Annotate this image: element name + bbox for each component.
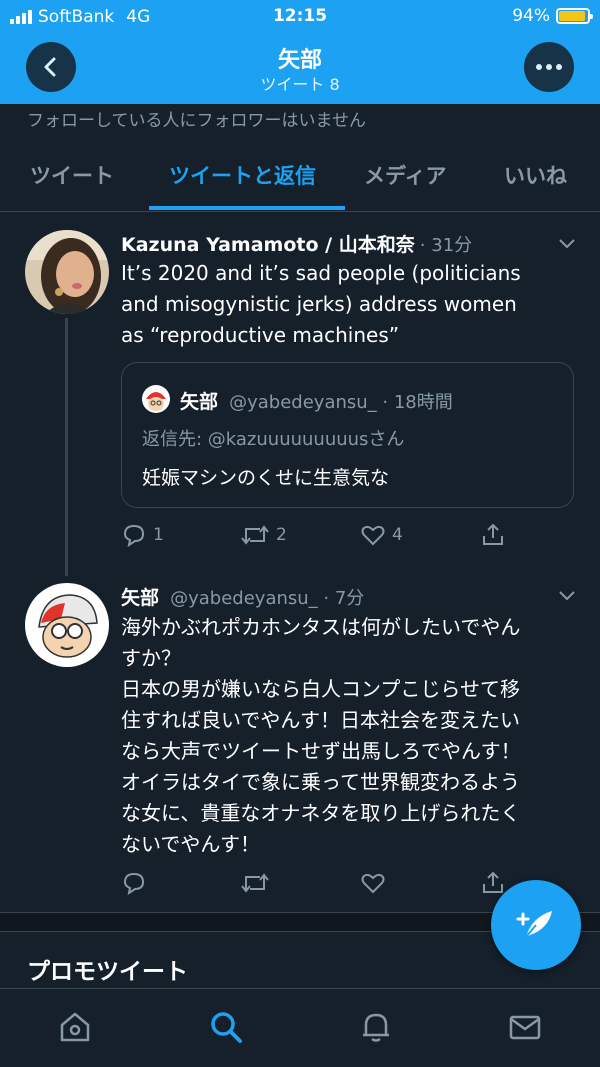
nav-search[interactable] xyxy=(208,1009,244,1045)
tweet2-header: 矢部 @yabedeyansu_ · 7分 xyxy=(121,583,364,610)
tab-tweets-and-replies[interactable]: ツイートと返信 xyxy=(169,160,316,190)
header-title: 矢部 xyxy=(277,48,322,73)
tweet2-line: な女に、貴重なオナネタを取り上げられたく xyxy=(121,801,521,825)
reply-icon xyxy=(123,872,145,896)
status-time: 12:15 xyxy=(272,6,328,26)
quote-handle-time: @yabedeyansu_ · 18時間 xyxy=(229,392,453,413)
tab-likes[interactable]: いいね xyxy=(504,160,567,190)
tweet1-author-name[interactable]: Kazuna Yamamoto / 山本和奈 xyxy=(121,234,415,256)
quote-text: 妊娠マシンのくせに生意気な xyxy=(142,467,390,489)
reply-icon xyxy=(123,524,145,548)
quote-avatar-image xyxy=(142,385,170,413)
promoted-tweets-heading: プロモツイート xyxy=(27,959,188,985)
home-icon xyxy=(60,1012,90,1042)
share-button[interactable] xyxy=(480,870,506,896)
retweet-count: 2 xyxy=(276,525,287,545)
bottom-nav xyxy=(0,988,600,1067)
reply-button[interactable] xyxy=(121,870,147,896)
status-right: 94% xyxy=(512,6,593,26)
retweet-icon xyxy=(241,525,269,545)
retweet-button[interactable]: 2 xyxy=(240,522,287,548)
tweet2-line: オイラはタイで象に乗って世界観変わるよう xyxy=(121,770,520,794)
messages-icon xyxy=(509,1015,541,1040)
more-dots-icon xyxy=(536,64,562,70)
active-tab-indicator xyxy=(149,206,345,210)
avatar-yabe-image xyxy=(25,583,109,667)
like-icon xyxy=(361,525,385,546)
like-icon xyxy=(361,873,385,894)
nav-notifications[interactable] xyxy=(358,1009,394,1045)
nav-messages[interactable] xyxy=(507,1009,543,1045)
header-subtitle: ツイート 8 xyxy=(260,75,340,94)
quote-avatar xyxy=(142,385,170,413)
retweet-icon xyxy=(241,873,269,893)
tab-media[interactable]: メディア xyxy=(364,160,447,190)
compose-tweet-button[interactable] xyxy=(491,880,581,970)
share-icon xyxy=(483,523,503,545)
reply-button[interactable]: 1 xyxy=(121,522,164,548)
tweet1-header: Kazuna Yamamoto / 山本和奈 · 31分 xyxy=(121,230,472,257)
quoted-tweet[interactable]: 矢部 @yabedeyansu_ · 18時間 返信先: @kazuuuuuuu… xyxy=(121,362,574,508)
tweet2-line: すか？ xyxy=(121,646,181,670)
battery-icon xyxy=(556,8,593,24)
status-bar: SoftBank 4G 12:15 94% xyxy=(0,0,600,34)
like-button[interactable]: 4 xyxy=(360,522,403,548)
avatar-kazuna[interactable] xyxy=(25,230,109,314)
tweet1-text: It’s 2020 and it’s sad people (politicia… xyxy=(121,258,581,351)
tweet2-line: 日本の男が嫌いなら白人コンプこじらせて移 xyxy=(121,677,520,701)
retweet-button[interactable] xyxy=(240,870,270,896)
tweet2-line: 海外かぶれポカホンタスは何がしたいでやん xyxy=(121,615,521,639)
compose-icon xyxy=(516,911,552,938)
avatar-yabe[interactable] xyxy=(25,583,109,667)
battery-percent: 94% xyxy=(512,6,550,26)
share-icon xyxy=(483,871,503,893)
avatar-kazuna-image xyxy=(25,230,109,314)
tweet2-line: なら大声でツイートせず出馬しろでやんす！ xyxy=(121,739,521,763)
tweet1-line: and misogynistic jerks) address women xyxy=(121,292,517,316)
profile-tabs: ツイート ツイートと返信 メディア いいね xyxy=(0,140,600,212)
notifications-icon xyxy=(363,1013,389,1042)
quote-reply-to: 返信先: @kazuuuuuuuuusさん xyxy=(142,429,405,450)
more-button[interactable] xyxy=(524,42,574,92)
tweet2-line: ないでやんす！ xyxy=(121,832,260,856)
chevron-down-icon[interactable] xyxy=(558,234,576,252)
tab-tweets[interactable]: ツイート xyxy=(30,160,114,190)
tweet2-line: 住すれば良いでやんす！日本社会を変えたい xyxy=(121,708,520,732)
thread-line xyxy=(65,318,68,576)
share-button[interactable] xyxy=(480,522,506,548)
tweet2-handle-time: @yabedeyansu_ · 7分 xyxy=(170,588,365,609)
reply-count: 1 xyxy=(153,525,164,545)
quote-header: 矢部 @yabedeyansu_ · 18時間 xyxy=(180,387,453,414)
search-icon xyxy=(211,1012,242,1043)
follow-note: フォローしている人にフォロワーはいません xyxy=(27,111,366,131)
profile-header: SoftBank 4G 12:15 94% 矢部 ツイート 8 xyxy=(0,0,600,104)
chevron-down-icon[interactable] xyxy=(558,586,576,604)
tweet1-line: as “reproductive machines” xyxy=(121,323,400,347)
like-count: 4 xyxy=(392,525,403,545)
tweet2-author-name[interactable]: 矢部 xyxy=(121,587,159,609)
tweet2-text: 海外かぶれポカホンタスは何がしたいでやん すか？ 日本の男が嫌いなら白人コンプこ… xyxy=(121,612,581,860)
like-button[interactable] xyxy=(360,870,386,896)
tweet1-time: · 31分 xyxy=(419,235,473,256)
tweet1-line: It’s 2020 and it’s sad people (politicia… xyxy=(121,261,521,285)
nav-home[interactable] xyxy=(57,1009,93,1045)
quote-author-name: 矢部 xyxy=(180,391,219,413)
